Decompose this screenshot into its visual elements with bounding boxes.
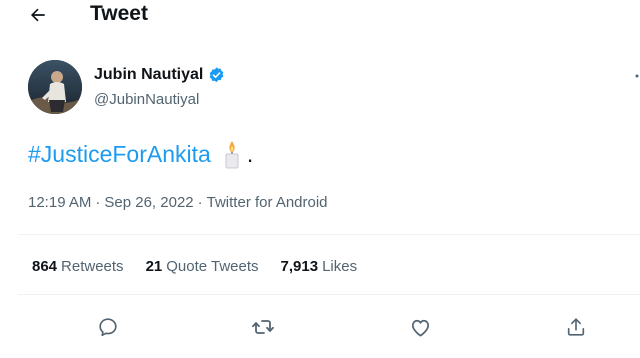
- likes-count: 7,913: [280, 258, 319, 275]
- page-title: Tweet: [90, 2, 148, 25]
- retweets-stat[interactable]: 864 Retweets: [32, 257, 124, 277]
- like-icon: [411, 319, 429, 337]
- more-options-button[interactable]: [630, 66, 640, 86]
- likes-stat[interactable]: 7,913 Likes: [281, 257, 358, 277]
- tweet-trailing-text: .: [246, 141, 254, 167]
- retweet-button[interactable]: [251, 315, 275, 339]
- tweet-text: #JusticeForAnkita .: [28, 138, 253, 170]
- quote-tweets-label: Quote Tweets: [166, 258, 259, 275]
- verified-badge-icon: [207, 66, 226, 85]
- quote-tweets-count: 21: [145, 258, 163, 275]
- retweets-label: Retweets: [61, 258, 124, 275]
- arrow-left-icon: [30, 8, 45, 22]
- top-header: Tweet: [0, 0, 640, 30]
- divider: [18, 294, 640, 295]
- avatar[interactable]: [28, 60, 82, 114]
- back-button[interactable]: [26, 3, 50, 27]
- meta-separator: ·: [95, 194, 101, 211]
- reply-button[interactable]: [96, 315, 120, 339]
- likes-label: Likes: [322, 258, 358, 275]
- like-button[interactable]: [408, 315, 432, 339]
- meta-separator: ·: [197, 194, 203, 211]
- share-icon: [567, 318, 585, 336]
- avatar-photo: [28, 60, 82, 114]
- share-button[interactable]: [564, 315, 588, 339]
- author-display-name[interactable]: Jubin Nautiyal: [94, 66, 203, 84]
- tweet-detail-page: Tweet Jubin Nautiyal @JubinNautiyal #Jus…: [0, 0, 640, 358]
- engagement-stats: 864 Retweets 21 Quote Tweets 7,913 Likes: [32, 257, 379, 277]
- more-icon: [635, 74, 639, 78]
- tweet-meta: 12:19 AM · Sep 26, 2022 · Twitter for An…: [28, 193, 328, 213]
- reply-icon: [99, 318, 117, 337]
- divider: [18, 234, 640, 235]
- tweet-source[interactable]: Twitter for Android: [207, 193, 328, 213]
- retweets-count: 864: [32, 258, 58, 275]
- hashtag-link[interactable]: #JusticeForAnkita: [28, 138, 211, 170]
- quote-tweets-stat[interactable]: 21 Quote Tweets: [146, 257, 259, 277]
- retweet-icon: [252, 320, 274, 334]
- author-name-row: Jubin Nautiyal: [94, 64, 226, 86]
- candle-icon: [223, 139, 241, 169]
- author-handle[interactable]: @JubinNautiyal: [94, 90, 199, 110]
- tweet-time[interactable]: 12:19 AM: [28, 193, 91, 213]
- tweet-date[interactable]: Sep 26, 2022: [104, 193, 193, 213]
